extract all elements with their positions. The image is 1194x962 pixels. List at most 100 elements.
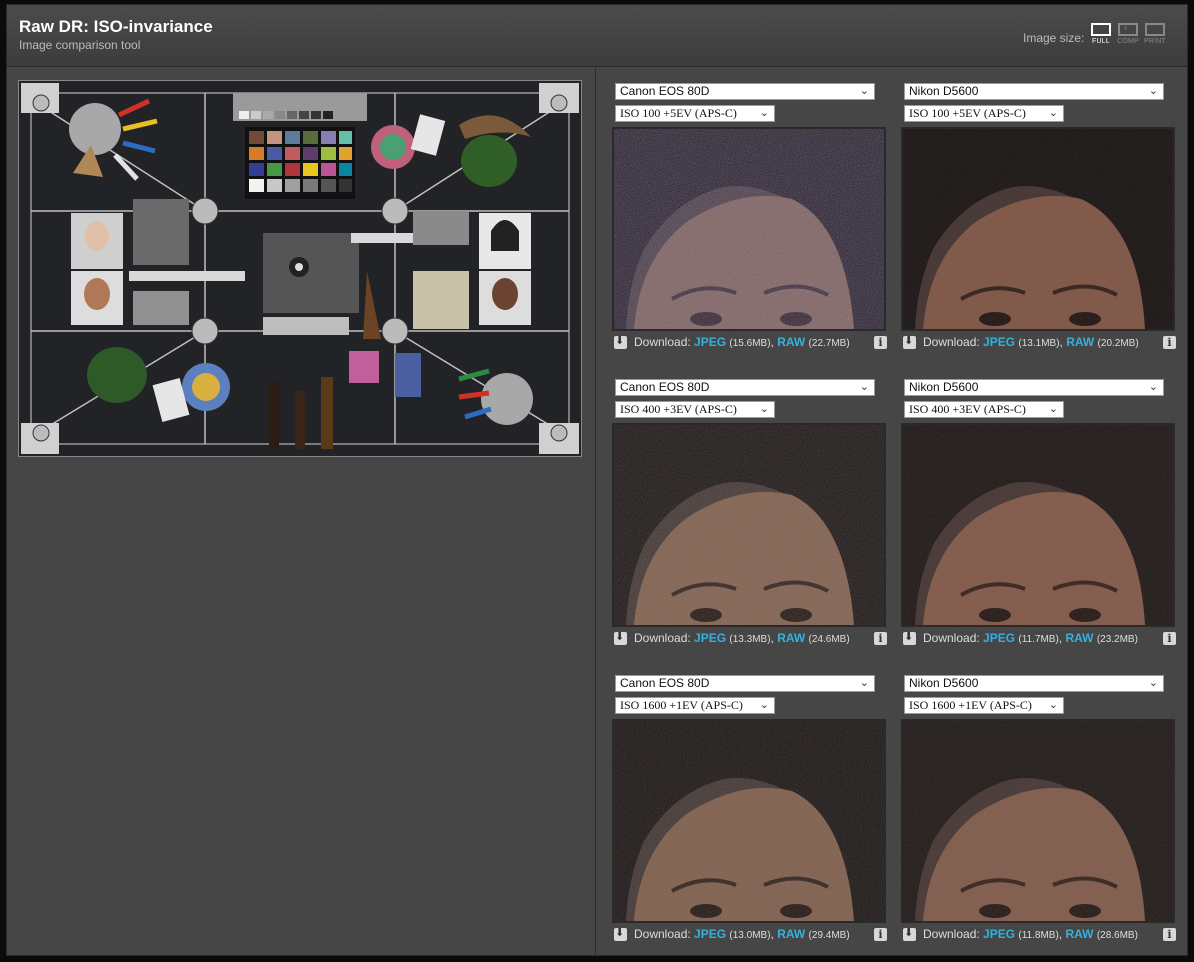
raw-link[interactable]: RAW <box>1065 927 1093 941</box>
crop-image[interactable] <box>612 127 886 331</box>
overview-pane <box>7 68 596 955</box>
download-links: Download: JPEG (11.7MB), RAW (23.2MB) <box>923 631 1138 645</box>
jpeg-link[interactable]: JPEG <box>983 335 1015 349</box>
download-label: Download: <box>923 631 980 645</box>
raw-size: (28.6MB) <box>1096 930 1138 941</box>
iso-select[interactable]: ISO 1600 +1EV (APS-C) ⌄ <box>615 697 775 714</box>
print-size-icon <box>1145 23 1165 36</box>
info-icon[interactable]: i <box>1163 336 1176 349</box>
chevron-down-icon: ⌄ <box>1048 699 1058 711</box>
jpeg-size: (13.0MB) <box>729 930 771 941</box>
portrait-crop <box>903 721 1173 921</box>
jpeg-link[interactable]: JPEG <box>694 631 726 645</box>
iso-select[interactable]: ISO 400 +3EV (APS-C) ⌄ <box>615 401 775 418</box>
chevron-down-icon: ⌄ <box>1048 403 1058 415</box>
jpeg-size: (13.1MB) <box>1018 338 1060 349</box>
raw-link[interactable]: RAW <box>777 927 805 941</box>
raw-size: (29.4MB) <box>808 930 850 941</box>
camera-select[interactable]: Nikon D5600 ⌄ <box>904 83 1164 100</box>
iso-select-value: ISO 1600 +1EV (APS-C) <box>620 698 743 712</box>
raw-link[interactable]: RAW <box>1066 335 1094 349</box>
camera-select-value: Canon EOS 80D <box>620 676 710 690</box>
crop-image[interactable] <box>901 127 1175 331</box>
camera-select[interactable]: Nikon D5600 ⌄ <box>904 675 1164 692</box>
crop-image[interactable] <box>901 719 1175 923</box>
chevron-down-icon: ⌄ <box>1148 677 1158 689</box>
iso-select-value: ISO 400 +3EV (APS-C) <box>909 402 1026 416</box>
chevron-down-icon: ⌄ <box>759 403 769 415</box>
chevron-down-icon: ⌄ <box>1148 381 1158 393</box>
jpeg-link[interactable]: JPEG <box>694 335 726 349</box>
download-icon[interactable] <box>614 334 627 349</box>
chevron-down-icon: ⌄ <box>859 381 869 393</box>
download-icon[interactable] <box>903 630 916 645</box>
download-label: Download: <box>634 927 691 941</box>
chevron-down-icon: ⌄ <box>759 699 769 711</box>
download-links: Download: JPEG (13.3MB), RAW (24.6MB) <box>634 631 850 645</box>
camera-select[interactable]: Canon EOS 80D ⌄ <box>615 379 875 396</box>
iso-select[interactable]: ISO 400 +3EV (APS-C) ⌄ <box>904 401 1064 418</box>
jpeg-link[interactable]: JPEG <box>983 927 1015 941</box>
chevron-down-icon: ⌄ <box>1148 85 1158 97</box>
image-size-label: Image size: <box>1023 31 1085 45</box>
portrait-crop <box>903 425 1173 625</box>
download-icon[interactable] <box>614 630 627 645</box>
raw-link[interactable]: RAW <box>777 631 805 645</box>
download-links: Download: JPEG (13.1MB), RAW (20.2MB) <box>923 335 1139 349</box>
iso-select[interactable]: ISO 100 +5EV (APS-C) ⌄ <box>904 105 1064 122</box>
crop-image[interactable] <box>612 423 886 627</box>
chevron-down-icon: ⌄ <box>859 677 869 689</box>
comparison-pane: Canon EOS 80D ⌄ ISO 100 +5EV (APS-C) ⌄ ⬇… <box>597 68 1187 955</box>
raw-size: (20.2MB) <box>1097 338 1139 349</box>
download-icon[interactable] <box>903 334 916 349</box>
size-option-full[interactable]: FULL <box>1089 23 1113 49</box>
download-row: Download: JPEG (11.8MB), RAW (28.6MB) i <box>901 926 1177 945</box>
size-option-label: FULL <box>1092 38 1110 45</box>
chevron-down-icon: ⌄ <box>1048 107 1058 119</box>
iso-select[interactable]: ISO 1600 +1EV (APS-C) ⌄ <box>904 697 1064 714</box>
download-label: Download: <box>634 335 691 349</box>
info-icon[interactable]: i <box>1163 928 1176 941</box>
iso-select[interactable]: ISO 100 +5EV (APS-C) ⌄ <box>615 105 775 122</box>
jpeg-size: (15.6MB) <box>729 338 771 349</box>
full-size-icon <box>1091 23 1111 36</box>
download-label: Download: <box>923 927 980 941</box>
jpeg-size: (11.8MB) <box>1018 930 1059 941</box>
test-scene-image <box>19 81 581 456</box>
raw-size: (24.6MB) <box>808 634 850 645</box>
header: Raw DR: ISO-invariance Image comparison … <box>7 5 1187 67</box>
crop-image[interactable] <box>612 719 886 923</box>
size-option-label: COMP <box>1117 38 1139 45</box>
camera-select-value: Canon EOS 80D <box>620 380 710 394</box>
info-icon[interactable]: i <box>1163 632 1176 645</box>
size-option-comp[interactable]: COMP <box>1116 21 1140 49</box>
page-title: Raw DR: ISO-invariance <box>19 17 213 36</box>
download-row: Download: JPEG (11.7MB), RAW (23.2MB) i <box>901 630 1177 649</box>
portrait-crop <box>614 721 884 921</box>
download-row: Download: JPEG (13.1MB), RAW (20.2MB) i <box>901 334 1177 353</box>
download-icon[interactable] <box>614 926 627 941</box>
jpeg-link[interactable]: JPEG <box>983 631 1015 645</box>
raw-link[interactable]: RAW <box>1065 631 1093 645</box>
info-icon[interactable]: i <box>874 632 887 645</box>
comparison-cell: Nikon D5600 ⌄ ISO 100 +5EV (APS-C) ⌄ ⬇ D… <box>901 83 1177 373</box>
jpeg-link[interactable]: JPEG <box>694 927 726 941</box>
test-scene-overview[interactable] <box>18 80 582 457</box>
info-icon[interactable]: i <box>874 336 887 349</box>
camera-select[interactable]: Nikon D5600 ⌄ <box>904 379 1164 396</box>
size-option-print[interactable]: PRINT <box>1143 23 1167 49</box>
camera-select[interactable]: Canon EOS 80D ⌄ <box>615 83 875 100</box>
camera-select[interactable]: Canon EOS 80D ⌄ <box>615 675 875 692</box>
tool-frame: Raw DR: ISO-invariance Image comparison … <box>6 4 1188 956</box>
comp-size-icon <box>1118 21 1138 36</box>
camera-select-value: Nikon D5600 <box>909 380 979 394</box>
download-row: Download: JPEG (15.6MB), RAW (22.7MB) i <box>612 334 888 353</box>
page-subtitle: Image comparison tool <box>19 38 141 52</box>
comparison-cell: Nikon D5600 ⌄ ISO 400 +3EV (APS-C) ⌄ ⬇ D… <box>901 379 1177 669</box>
info-icon[interactable]: i <box>874 928 887 941</box>
download-icon[interactable] <box>903 926 916 941</box>
camera-select-value: Nikon D5600 <box>909 84 979 98</box>
crop-image[interactable] <box>901 423 1175 627</box>
raw-link[interactable]: RAW <box>777 335 805 349</box>
raw-size: (22.7MB) <box>808 338 850 349</box>
